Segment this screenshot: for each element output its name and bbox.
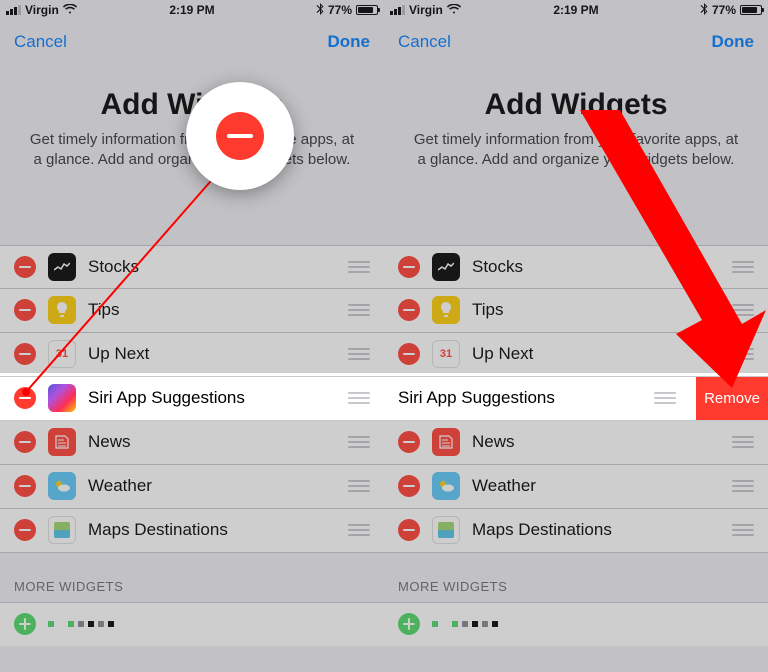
weather-icon (48, 472, 76, 500)
remove-minus-icon[interactable] (14, 431, 36, 453)
battery-icon (740, 5, 762, 15)
widget-label: Maps Destinations (88, 520, 336, 540)
widget-row-weather[interactable]: Weather (384, 465, 768, 509)
wifi-icon (447, 3, 461, 17)
widget-label: Siri App Suggestions (88, 388, 336, 408)
remove-minus-icon[interactable] (14, 387, 36, 409)
drag-handle-icon[interactable] (348, 436, 370, 448)
stocks-icon (432, 253, 460, 281)
drag-handle-icon[interactable] (348, 304, 370, 316)
cancel-button[interactable]: Cancel (14, 32, 67, 52)
remove-minus-icon[interactable] (398, 475, 420, 497)
widget-row-tips[interactable]: Tips (0, 289, 384, 333)
widget-row-maps[interactable]: Maps Destinations (384, 509, 768, 553)
add-plus-icon[interactable] (398, 613, 420, 635)
remove-minus-icon[interactable] (398, 256, 420, 278)
drag-handle-icon[interactable] (732, 480, 754, 492)
clock: 2:19 PM (553, 3, 598, 17)
battery-pct: 77% (328, 3, 352, 17)
more-widget-row[interactable] (0, 602, 384, 646)
widget-row-news[interactable]: News (0, 421, 384, 465)
widget-row-maps[interactable]: Maps Destinations (0, 509, 384, 553)
remove-minus-icon[interactable] (14, 299, 36, 321)
maps-icon (432, 516, 460, 544)
more-widget-row[interactable] (384, 602, 768, 646)
drag-handle-icon[interactable] (732, 524, 754, 536)
widget-row-stocks[interactable]: Stocks (0, 245, 384, 289)
battery-icon (356, 5, 378, 15)
status-bar: Virgin 2:19 PM 77% (384, 0, 768, 20)
remove-minus-icon[interactable] (398, 519, 420, 541)
right-screenshot: Virgin 2:19 PM 77% Cancel Done Add Widge… (384, 0, 768, 672)
stocks-icon (48, 253, 76, 281)
widget-row-news[interactable]: News (384, 421, 768, 465)
tips-icon (48, 296, 76, 324)
drag-handle-icon[interactable] (348, 392, 370, 404)
remove-minus-icon[interactable] (14, 519, 36, 541)
status-bar: Virgin 2:19 PM 77% (0, 0, 384, 20)
annotation-arrow (580, 110, 768, 400)
left-screenshot: Virgin 2:19 PM 77% Cancel Done Add Widge… (0, 0, 384, 672)
cancel-button[interactable]: Cancel (398, 32, 451, 52)
bluetooth-icon (700, 3, 708, 18)
magnified-callout (186, 82, 294, 190)
widget-label: Weather (88, 476, 336, 496)
remove-minus-icon[interactable] (398, 299, 420, 321)
maps-icon (48, 516, 76, 544)
remove-minus-icon[interactable] (14, 256, 36, 278)
widget-label: News (472, 432, 720, 452)
carrier-label: Virgin (409, 3, 443, 17)
pixelated-icon (48, 621, 114, 627)
widget-label: Stocks (88, 257, 336, 277)
widget-label: Up Next (88, 344, 336, 364)
widget-list: Stocks Tips 31 Up Next Siri App Suggesti… (0, 245, 384, 553)
nav-bar: Cancel Done (384, 20, 768, 64)
widget-row-weather[interactable]: Weather (0, 465, 384, 509)
calendar-icon: 31 (432, 340, 460, 368)
widget-label: News (88, 432, 336, 452)
more-widgets-header: MORE WIDGETS (384, 553, 768, 602)
tips-icon (432, 296, 460, 324)
wifi-icon (63, 3, 77, 17)
drag-handle-icon[interactable] (348, 524, 370, 536)
signal-bars-icon (390, 5, 405, 15)
drag-handle-icon[interactable] (348, 348, 370, 360)
weather-icon (432, 472, 460, 500)
widget-label: Tips (88, 300, 336, 320)
clock: 2:19 PM (169, 3, 214, 17)
widget-row-upnext[interactable]: 31 Up Next (0, 333, 384, 377)
news-icon (432, 428, 460, 456)
drag-handle-icon[interactable] (348, 480, 370, 492)
bluetooth-icon (316, 3, 324, 18)
remove-minus-icon[interactable] (398, 343, 420, 365)
widget-row-siri[interactable]: Siri App Suggestions (0, 377, 384, 421)
calendar-icon: 31 (48, 340, 76, 368)
done-button[interactable]: Done (328, 32, 371, 52)
nav-bar: Cancel Done (0, 20, 384, 64)
add-plus-icon[interactable] (14, 613, 36, 635)
remove-minus-icon[interactable] (398, 431, 420, 453)
carrier-label: Virgin (25, 3, 59, 17)
pixelated-icon (432, 621, 498, 627)
magnified-minus-icon (216, 112, 264, 160)
widget-label: Maps Destinations (472, 520, 720, 540)
more-widgets-header: MORE WIDGETS (0, 553, 384, 602)
remove-minus-icon[interactable] (14, 343, 36, 365)
battery-pct: 77% (712, 3, 736, 17)
done-button[interactable]: Done (712, 32, 755, 52)
news-icon (48, 428, 76, 456)
siri-icon (48, 384, 76, 412)
signal-bars-icon (6, 5, 21, 15)
drag-handle-icon[interactable] (732, 436, 754, 448)
remove-minus-icon[interactable] (14, 475, 36, 497)
drag-handle-icon[interactable] (348, 261, 370, 273)
widget-label: Weather (472, 476, 720, 496)
